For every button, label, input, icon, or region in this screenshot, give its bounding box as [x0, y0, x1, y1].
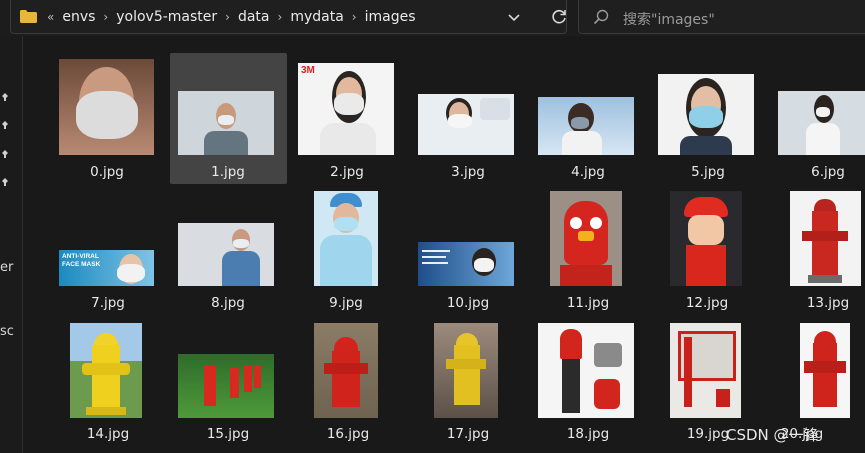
file-name-label[interactable]: 16.jpg: [298, 426, 398, 442]
thumbnail-18[interactable]: [538, 323, 634, 418]
thumbnail-8[interactable]: [178, 223, 274, 286]
breadcrumb-data[interactable]: data: [238, 9, 270, 25]
thumbnail-12[interactable]: [670, 191, 742, 286]
thumbnail-3[interactable]: [418, 94, 514, 155]
address-bar[interactable]: « envs › yolov5-master › data › mydata ›…: [10, 0, 567, 34]
chevron-double-left-icon[interactable]: «: [47, 10, 54, 24]
nav-item-fragment[interactable]: er: [0, 260, 13, 275]
thumbnail-2[interactable]: 3M: [298, 63, 394, 155]
thumbnail-10[interactable]: [418, 242, 514, 286]
chevron-right-icon[interactable]: ›: [103, 10, 108, 24]
thumbnail-6[interactable]: [778, 91, 865, 155]
file-name-label[interactable]: 18.jpg: [538, 426, 638, 442]
thumbnail-15[interactable]: [178, 354, 274, 418]
file-name-label[interactable]: 3.jpg: [418, 164, 518, 180]
file-name-label[interactable]: 9.jpg: [296, 295, 396, 311]
pin-icon[interactable]: [0, 150, 10, 160]
search-icon: [593, 9, 609, 29]
thumbnail-16[interactable]: [314, 323, 378, 418]
file-name-label[interactable]: 10.jpg: [418, 295, 518, 311]
breadcrumb-envs[interactable]: envs: [62, 9, 95, 25]
pin-icon[interactable]: [0, 178, 10, 188]
antiviral-text: ANTI-VIRAL FACE MASK: [62, 253, 101, 268]
nav-item-fragment[interactable]: sc: [0, 324, 14, 339]
breadcrumb-images[interactable]: images: [365, 9, 416, 25]
refresh-icon[interactable]: [548, 6, 570, 28]
chevron-right-icon[interactable]: ›: [352, 10, 357, 24]
watermark: CSDN @一锋: [726, 426, 819, 444]
pane-divider[interactable]: [22, 36, 23, 453]
pin-icon[interactable]: [0, 121, 10, 131]
breadcrumb-mydata[interactable]: mydata: [290, 9, 343, 25]
top-bar: « envs › yolov5-master › data › mydata ›…: [0, 0, 865, 36]
pin-icon[interactable]: [0, 93, 10, 103]
thumbnail-13[interactable]: [790, 191, 861, 286]
file-name-label[interactable]: 14.jpg: [58, 426, 158, 442]
thumbnail-0[interactable]: [59, 59, 154, 155]
thumbnail-19[interactable]: [670, 323, 741, 418]
file-name-label[interactable]: 17.jpg: [418, 426, 518, 442]
thumbnail-4[interactable]: [538, 97, 634, 155]
thumbnail-20[interactable]: [800, 323, 850, 418]
file-name-label[interactable]: 1.jpg: [178, 164, 278, 180]
file-name-label[interactable]: 5.jpg: [658, 164, 758, 180]
file-name-label[interactable]: 12.jpg: [657, 295, 757, 311]
file-name-label[interactable]: 13.jpg: [778, 295, 865, 311]
file-name-label[interactable]: 7.jpg: [58, 295, 158, 311]
chevron-down-icon[interactable]: [505, 8, 523, 26]
thumbnail-9[interactable]: [314, 191, 378, 286]
file-name-label[interactable]: 11.jpg: [538, 295, 638, 311]
breadcrumb-yolov5-master[interactable]: yolov5-master: [116, 9, 217, 25]
file-name-label[interactable]: 2.jpg: [297, 164, 397, 180]
navigation-pane: er sc: [0, 36, 22, 453]
file-name-label[interactable]: 8.jpg: [178, 295, 278, 311]
folder-icon: [20, 10, 37, 23]
thumbnail-7[interactable]: ANTI-VIRAL FACE MASK: [59, 250, 154, 286]
thumbnail-11[interactable]: [550, 191, 622, 286]
file-name-label[interactable]: 4.jpg: [538, 164, 638, 180]
search-placeholder: 搜索"images": [623, 12, 715, 28]
brand-3m-text: 3M: [301, 65, 315, 76]
search-box[interactable]: 搜索"images": [578, 0, 865, 34]
thumbnail-14[interactable]: [70, 323, 142, 418]
thumbnail-1[interactable]: [178, 91, 274, 155]
file-name-label[interactable]: 15.jpg: [178, 426, 278, 442]
thumbnail-5[interactable]: [658, 74, 754, 155]
thumbnail-17[interactable]: [434, 323, 498, 418]
file-name-label[interactable]: 6.jpg: [778, 164, 865, 180]
file-name-label[interactable]: 0.jpg: [57, 164, 157, 180]
chevron-right-icon[interactable]: ›: [278, 10, 283, 24]
chevron-right-icon[interactable]: ›: [225, 10, 230, 24]
